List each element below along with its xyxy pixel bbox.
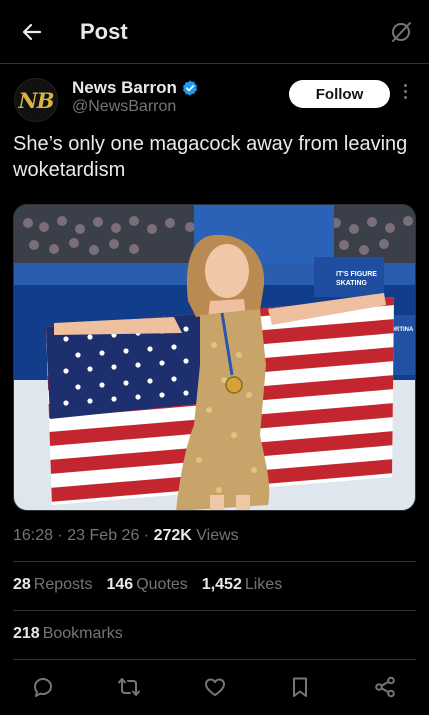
reposts-stat[interactable]: 28 Reposts [13,576,93,594]
likes-label: Likes [244,576,283,593]
bookmarks-stat[interactable]: 218 Bookmarks [13,625,123,643]
divider [13,561,416,562]
post-date[interactable]: 23 Feb 26 [67,527,139,544]
heart-icon[interactable] [203,675,227,699]
reply-icon[interactable] [31,675,55,699]
page-title: Post [80,19,128,44]
divider [13,659,416,660]
bookmarks-count: 218 [13,625,40,642]
reposts-count: 28 [13,576,31,593]
arrow-left-icon[interactable] [20,20,44,44]
top-bar: Post [0,0,429,64]
author-name-row: News Barron [72,78,199,98]
more-vertical-icon[interactable] [404,84,408,104]
meta-separator: · [143,527,154,544]
post-time[interactable]: 16:28 [13,527,53,544]
share-icon[interactable] [373,675,397,699]
avatar-logo-text: NB [18,87,55,113]
repost-icon[interactable] [117,675,141,699]
verified-badge-icon [182,80,197,96]
grok-icon[interactable] [389,20,413,44]
views-label: Views [196,527,239,544]
likes-stat[interactable]: 1,452 Likes [202,576,282,594]
follow-button[interactable]: Follow [289,80,390,108]
quotes-stat[interactable]: 146 Quotes [107,576,188,594]
quotes-label: Quotes [136,576,188,593]
post-image-illustration: IT'S FIGURE SKATING IO CORTINA 2026 [14,205,415,510]
post-image[interactable]: IT'S FIGURE SKATING IO CORTINA 2026 [13,204,416,511]
avatar[interactable]: NB [14,78,58,122]
divider [13,610,416,611]
post-timestamp: 16:28 · 23 Feb 26 · 272K Views [13,527,239,545]
author-handle[interactable]: @NewsBarron [72,98,176,116]
likes-count: 1,452 [201,576,242,593]
arena-sign-text: IT'S FIGURE [336,271,377,278]
engagement-stats: 28 Reposts 146 Quotes 1,452 Likes [13,576,282,594]
svg-text:SKATING: SKATING [336,280,368,287]
reposts-label: Reposts [33,576,93,593]
author-name[interactable]: News Barron [72,78,177,98]
bookmark-icon[interactable] [288,675,312,699]
post-text: She’s only one magacock away from leavin… [13,133,408,181]
views-count: 272K [153,527,192,544]
action-bar [0,672,429,702]
quotes-count: 146 [106,576,134,593]
meta-separator: · [57,527,68,544]
bookmarks-label: Bookmarks [42,625,123,642]
